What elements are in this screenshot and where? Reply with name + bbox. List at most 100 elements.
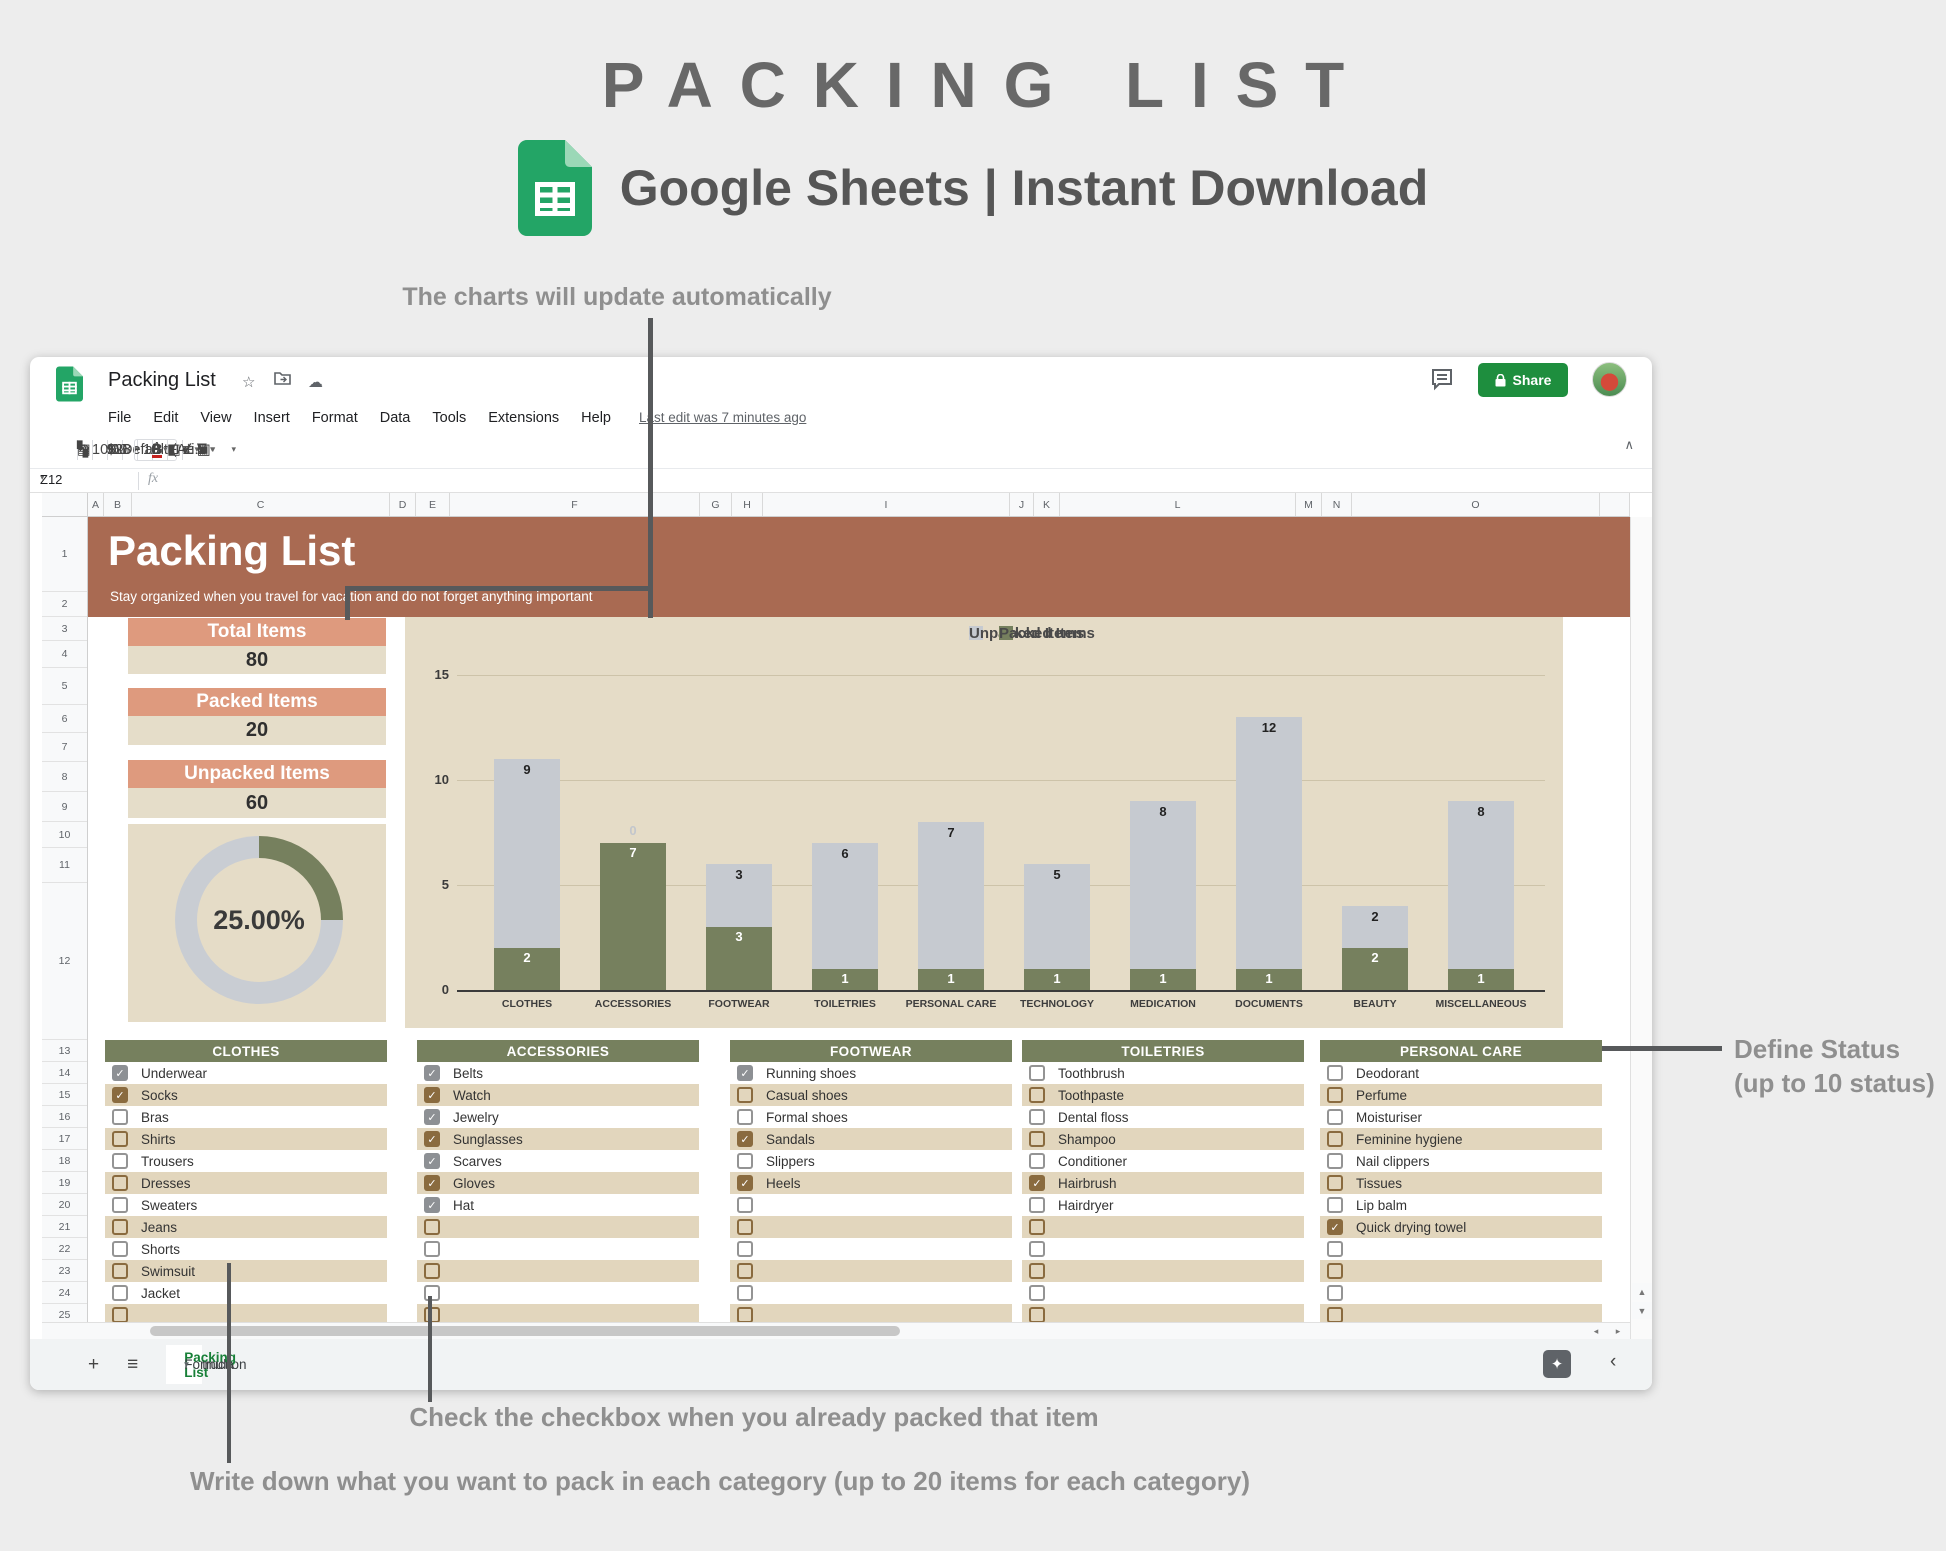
checkbox[interactable]: ✓ xyxy=(424,1087,440,1103)
all-sheets-icon[interactable]: ≡ xyxy=(127,1354,138,1376)
checkbox[interactable]: ✓ xyxy=(112,1087,128,1103)
checkbox[interactable]: ✓ xyxy=(424,1065,440,1081)
list-item-row[interactable] xyxy=(730,1216,1012,1238)
avatar[interactable] xyxy=(1592,362,1627,397)
list-item-row[interactable]: Dental floss xyxy=(1022,1106,1304,1128)
checkbox[interactable] xyxy=(424,1307,440,1322)
donut-chart[interactable]: 25.00% xyxy=(128,824,386,1022)
checkbox[interactable] xyxy=(737,1219,753,1235)
functions-icon[interactable]: Σ▾ xyxy=(190,437,222,463)
row-header-1[interactable]: 1 xyxy=(42,517,87,592)
checkbox[interactable] xyxy=(737,1153,753,1169)
list-item-row[interactable]: Jeans xyxy=(105,1216,387,1238)
name-box[interactable]: Z12▾ xyxy=(40,472,136,483)
comment-history-icon[interactable] xyxy=(1430,367,1456,393)
scroll-left-icon[interactable]: ◂ xyxy=(1586,1323,1606,1339)
checkbox[interactable] xyxy=(1029,1307,1045,1322)
row-header-3[interactable]: 3 xyxy=(42,617,87,641)
checkbox[interactable] xyxy=(112,1285,128,1301)
list-item-row[interactable]: ✓Sandals xyxy=(730,1128,1012,1150)
checkbox[interactable] xyxy=(1327,1285,1343,1301)
row-header-7[interactable]: 7 xyxy=(42,733,87,762)
checkbox[interactable]: ✓ xyxy=(1029,1175,1045,1191)
horizontal-scrollbar-thumb[interactable] xyxy=(150,1326,900,1336)
list-item-row[interactable]: Conditioner xyxy=(1022,1150,1304,1172)
checkbox[interactable] xyxy=(1029,1065,1045,1081)
column-header-N[interactable]: N xyxy=(1322,493,1352,516)
checkbox[interactable]: ✓ xyxy=(737,1175,753,1191)
menu-file[interactable]: File xyxy=(108,410,131,426)
list-item-row[interactable]: Casual shoes xyxy=(730,1084,1012,1106)
menu-insert[interactable]: Insert xyxy=(254,410,290,426)
checkbox[interactable] xyxy=(1029,1285,1045,1301)
row-header-10[interactable]: 10 xyxy=(42,822,87,848)
column-header-A[interactable]: A xyxy=(88,493,104,516)
list-item-row[interactable]: Shorts xyxy=(105,1238,387,1260)
checkbox[interactable] xyxy=(1029,1087,1045,1103)
checkbox[interactable]: ✓ xyxy=(424,1131,440,1147)
checkbox[interactable] xyxy=(424,1241,440,1257)
list-item-row[interactable] xyxy=(1022,1238,1304,1260)
row-header-16[interactable]: 16 xyxy=(42,1106,87,1128)
checkbox[interactable] xyxy=(424,1219,440,1235)
column-header-G[interactable]: G xyxy=(700,493,732,516)
checkbox[interactable] xyxy=(1029,1109,1045,1125)
list-item-row[interactable]: ✓Jewelry xyxy=(417,1106,699,1128)
menu-format[interactable]: Format xyxy=(312,410,358,426)
scroll-right-icon[interactable]: ▸ xyxy=(1608,1323,1628,1339)
row-header-20[interactable]: 20 xyxy=(42,1194,87,1216)
list-item-row[interactable]: Nail clippers xyxy=(1320,1150,1602,1172)
checkbox[interactable]: ✓ xyxy=(112,1065,128,1081)
checkbox[interactable]: ✓ xyxy=(424,1153,440,1169)
list-item-row[interactable] xyxy=(417,1304,699,1322)
list-item-row[interactable] xyxy=(1320,1238,1602,1260)
bar-chart[interactable]: Unpacked ItemsPacked Items 15105092CLOTH… xyxy=(405,617,1563,1028)
list-item-row[interactable]: Lip balm xyxy=(1320,1194,1602,1216)
list-item-row[interactable] xyxy=(730,1304,1012,1322)
list-item-row[interactable]: Sweaters xyxy=(105,1194,387,1216)
list-item-row[interactable] xyxy=(105,1304,387,1322)
checkbox[interactable]: ✓ xyxy=(737,1131,753,1147)
checkbox[interactable] xyxy=(737,1087,753,1103)
checkbox[interactable] xyxy=(1327,1153,1343,1169)
list-item-row[interactable]: ✓Belts xyxy=(417,1062,699,1084)
row-header-2[interactable]: 2 xyxy=(42,592,87,617)
checkbox[interactable] xyxy=(112,1153,128,1169)
collapse-toolbar-icon[interactable]: ∧ xyxy=(1624,437,1634,453)
share-button[interactable]: Share xyxy=(1478,363,1568,397)
stat-label-1[interactable]: Packed Items xyxy=(128,688,386,716)
list-item-row[interactable]: Swimsuit xyxy=(105,1260,387,1282)
list-item-row[interactable] xyxy=(1320,1304,1602,1322)
checkbox[interactable] xyxy=(1029,1263,1045,1279)
select-all-corner[interactable] xyxy=(42,493,88,516)
star-icon[interactable]: ☆ xyxy=(242,373,255,391)
column-header-D[interactable]: D xyxy=(390,493,416,516)
list-item-row[interactable] xyxy=(1320,1282,1602,1304)
list-item-row[interactable]: Feminine hygiene xyxy=(1320,1128,1602,1150)
checkbox[interactable]: ✓ xyxy=(424,1109,440,1125)
list-item-row[interactable]: Formal shoes xyxy=(730,1106,1012,1128)
column-header-F[interactable]: F xyxy=(450,493,700,516)
vertical-scrollbar[interactable]: ▲ ▼ xyxy=(1630,517,1652,1339)
checkbox[interactable] xyxy=(1029,1219,1045,1235)
row-header-13[interactable]: 13 xyxy=(42,1040,87,1062)
column-header-J[interactable]: J xyxy=(1010,493,1034,516)
checkbox[interactable]: ✓ xyxy=(1327,1219,1343,1235)
column-header-partial[interactable] xyxy=(1600,493,1630,516)
checkbox[interactable] xyxy=(1327,1131,1343,1147)
row-header-14[interactable]: 14 xyxy=(42,1062,87,1084)
list-item-row[interactable]: ✓Underwear xyxy=(105,1062,387,1084)
checkbox[interactable] xyxy=(112,1307,128,1322)
menu-data[interactable]: Data xyxy=(380,410,411,426)
stat-label-2[interactable]: Unpacked Items xyxy=(128,760,386,788)
sheet-tab-formula[interactable]: Formula▾ xyxy=(166,1345,202,1384)
list-item-row[interactable]: ✓Running shoes xyxy=(730,1062,1012,1084)
checkbox[interactable] xyxy=(737,1197,753,1213)
checkbox[interactable] xyxy=(112,1175,128,1191)
sheet-banner[interactable]: Packing List Stay organized when you tra… xyxy=(88,517,1630,617)
list-item-row[interactable]: Shirts xyxy=(105,1128,387,1150)
list-item-row[interactable] xyxy=(417,1216,699,1238)
menu-extensions[interactable]: Extensions xyxy=(488,410,559,426)
menu-tools[interactable]: Tools xyxy=(432,410,466,426)
column-header-L[interactable]: L xyxy=(1060,493,1296,516)
